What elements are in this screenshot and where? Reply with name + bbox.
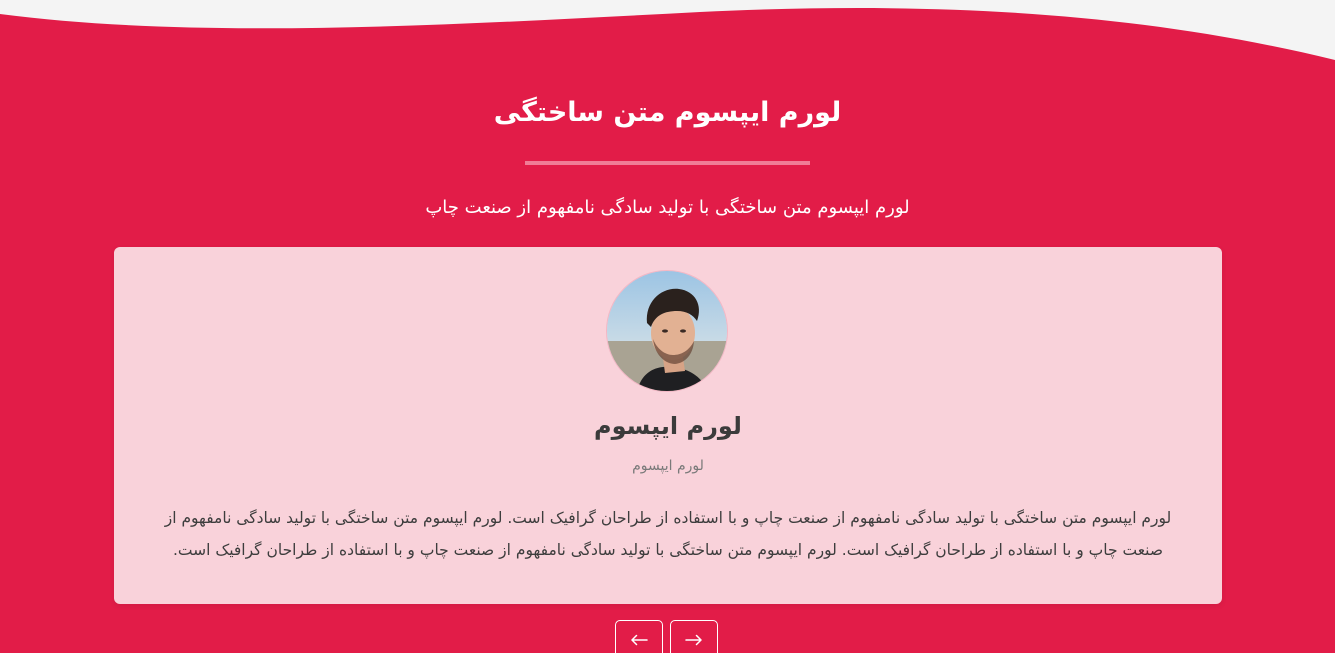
title-underline-divider [525,161,810,165]
person-role: لورم ایپسوم [632,458,704,474]
arrow-right-icon [685,634,702,646]
section-subtitle: لورم ایپسوم متن ساختگی با تولید سادگی نا… [425,197,910,218]
next-button[interactable] [670,620,718,653]
testimonial-text: لورم ایپسوم متن ساختگی با تولید سادگی نا… [164,509,1172,559]
section-title: لورم ایپسوم متن ساختگی [493,97,842,128]
carousel-navigation [615,620,721,653]
previous-button[interactable] [615,620,663,653]
arrow-left-icon [631,634,648,646]
avatar-photo [607,271,727,391]
person-name: لورم ایپسوم [594,412,742,440]
avatar [606,270,728,392]
top-wave-divider [0,0,1335,60]
testimonial-card: لورم ایپسوم لورم ایپسوم لورم ایپسوم متن … [114,247,1222,604]
testimonials-section: لورم ایپسوم متن ساختگی لورم ایپسوم متن س… [0,0,1335,653]
